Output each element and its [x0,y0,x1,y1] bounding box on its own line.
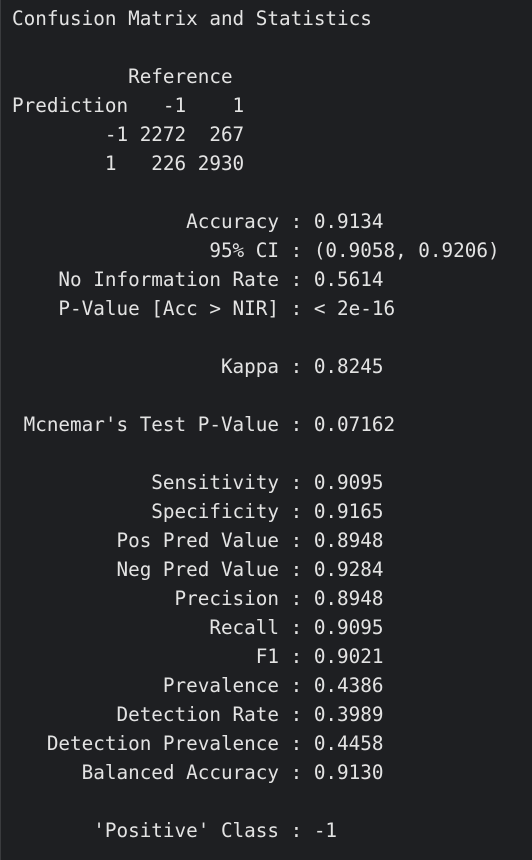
terminal-window: Confusion Matrix and Statistics Referenc… [0,0,532,860]
matrix-reference-header: Reference [12,65,233,88]
output-title: Confusion Matrix and Statistics [12,7,372,30]
stat-positive-class: 'Positive' Class : -1 [12,819,338,842]
matrix-row-neg1: -1 2272 267 [12,123,245,146]
stat-neg-pred-value: Neg Pred Value : 0.9284 [12,558,384,581]
stat-recall: Recall : 0.9095 [12,616,384,639]
terminal-output: Confusion Matrix and Statistics Referenc… [1,0,532,845]
stat-sensitivity: Sensitivity : 0.9095 [12,471,384,494]
stat-detection-prevalence: Detection Prevalence : 0.4458 [12,732,384,755]
stat-no-information-rate: No Information Rate : 0.5614 [12,268,384,291]
stat-precision: Precision : 0.8948 [12,587,384,610]
stat-pos-pred-value: Pos Pred Value : 0.8948 [12,529,384,552]
stat-p-value: P-Value [Acc > NIR] : < 2e-16 [12,297,396,320]
matrix-prediction-header: Prediction -1 1 [12,94,245,117]
stat-balanced-accuracy: Balanced Accuracy : 0.9130 [12,761,384,784]
stat-f1: F1 : 0.9021 [12,645,384,668]
stat-specificity: Specificity : 0.9165 [12,500,384,523]
matrix-row-1: 1 226 2930 [12,152,245,175]
stat-prevalence: Prevalence : 0.4386 [12,674,384,697]
stat-mcnemar: Mcnemar's Test P-Value : 0.07162 [12,413,396,436]
stat-accuracy: Accuracy : 0.9134 [12,210,384,233]
stat-95-ci: 95% CI : (0.9058, 0.9206) [12,239,500,262]
stat-detection-rate: Detection Rate : 0.3989 [12,703,384,726]
stat-kappa: Kappa : 0.8245 [12,355,384,378]
